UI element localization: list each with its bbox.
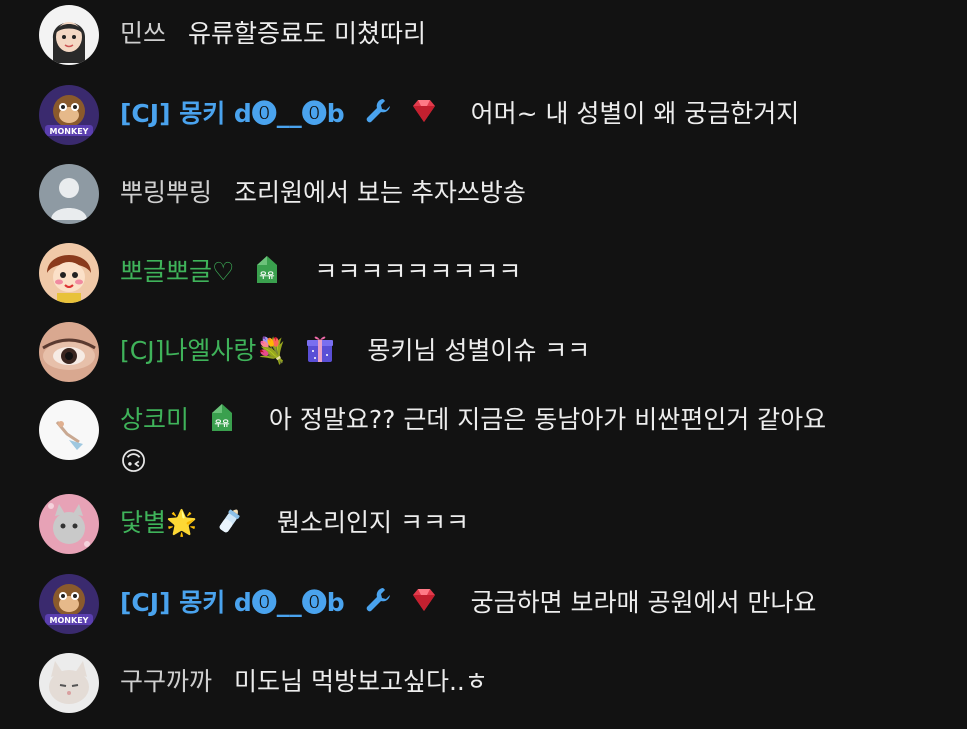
avatar[interactable] xyxy=(39,243,99,303)
chat-nickname[interactable]: 구구까까 xyxy=(120,667,212,696)
avatar[interactable] xyxy=(39,322,99,382)
chat-nickname[interactable]: 민쓰 xyxy=(120,19,166,48)
chat-nickname[interactable]: 뽀글뽀글♡ xyxy=(120,257,234,286)
gift-box-icon xyxy=(307,336,334,362)
chat-text: 어머~ 내 성별이 왜 궁금한거지 xyxy=(470,99,800,128)
diamond-icon xyxy=(412,589,435,611)
chat-text: 유류할증료도 미쳤따리 xyxy=(188,19,426,48)
chat-message: 구구까까 미도님 먹방보고싶다..ㅎ xyxy=(0,653,967,713)
avatar-brand-text: MONKEY xyxy=(50,616,89,625)
chat-message: 뿌링뿌링 조리원에서 보는 추자쓰방송 xyxy=(0,164,967,224)
avatar[interactable] xyxy=(39,494,99,554)
avatar[interactable]: MONKEY xyxy=(39,574,99,634)
chat-nickname[interactable]: 닻별🌟 xyxy=(120,508,197,537)
chat-message: MONKEY [CJ] 몽키 d⓿__⓿b 궁금하면 보라매 공원에서 만나요 xyxy=(0,574,967,634)
chat-message: 상코미 우유 아 정말요?? 근데 지금은 동남아가 비싼편인거 같아요 🙃 xyxy=(0,400,967,482)
chat-nickname[interactable]: [CJ] 몽키 d⓿__⓿b xyxy=(120,588,345,617)
avatar-brand-text: MONKEY xyxy=(50,127,89,136)
chat-nickname[interactable]: [CJ]나엘사랑💐 xyxy=(120,336,287,365)
milk-label: 우유 xyxy=(260,271,275,280)
chat-text: ㅋㅋㅋㅋㅋㅋㅋㅋㅋ xyxy=(314,257,522,286)
chat-message: [CJ]나엘사랑💐 몽키님 성별이슈 ㅋㅋ xyxy=(0,322,967,382)
baby-bottle-icon xyxy=(219,509,240,533)
chat-text: 조리원에서 보는 추자쓰방송 xyxy=(234,178,526,207)
chat-nickname[interactable]: 상코미 xyxy=(120,405,189,434)
chat-text: 아 정말요?? 근데 지금은 동남아가 비싼편인거 같아요 xyxy=(268,405,827,434)
avatar[interactable] xyxy=(39,653,99,713)
upside-down-face-emoji: 🙃 xyxy=(120,447,148,477)
chat-message: 뽀글뽀글♡ 우유 ㅋㅋㅋㅋㅋㅋㅋㅋㅋ xyxy=(0,243,967,303)
chat-nickname[interactable]: 뿌링뿌링 xyxy=(120,178,212,207)
wrench-icon xyxy=(366,588,390,612)
milk-carton-icon: 우유 xyxy=(211,404,232,431)
avatar[interactable]: MONKEY xyxy=(39,85,99,145)
chat-text: 미도님 먹방보고싶다..ㅎ xyxy=(234,667,488,696)
chat-nickname[interactable]: [CJ] 몽키 d⓿__⓿b xyxy=(120,99,345,128)
avatar[interactable] xyxy=(39,164,99,224)
milk-label: 우유 xyxy=(215,419,230,428)
chat-text: 몽키님 성별이슈 ㅋㅋ xyxy=(367,336,591,365)
chat-text: 궁금하면 보라매 공원에서 만나요 xyxy=(470,588,817,617)
avatar[interactable] xyxy=(39,400,99,460)
wrench-icon xyxy=(366,99,390,123)
chat-message: MONKEY [CJ] 몽키 d⓿__⓿b 어머~ 내 성별이 왜 궁금한거지 xyxy=(0,85,967,145)
chat-message: 닻별🌟 뭔소리인지 ㅋㅋㅋ xyxy=(0,494,967,554)
milk-carton-icon: 우유 xyxy=(257,256,278,283)
diamond-icon xyxy=(412,100,435,122)
chat-message: 민쓰 유류할증료도 미쳤따리 xyxy=(0,5,967,65)
avatar[interactable] xyxy=(39,5,99,65)
chat-text: 뭔소리인지 ㅋㅋㅋ xyxy=(277,508,469,537)
